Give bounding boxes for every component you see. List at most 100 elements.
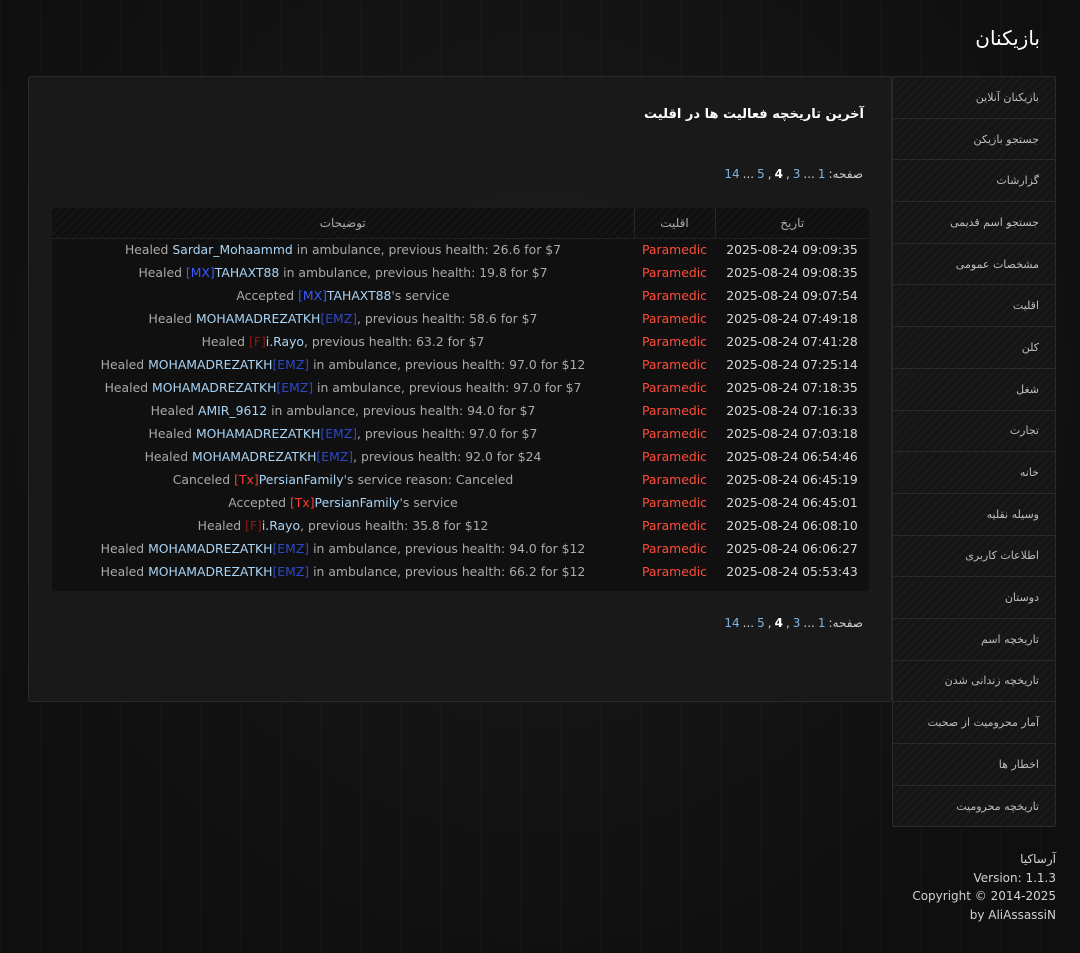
table-row: Healed [F]i.Rayo, previous health: 63.2 … [52,330,869,353]
table-row: Healed [F]i.Rayo, previous health: 35.8 … [52,514,869,537]
description-text: Healed [124,242,173,258]
table-row: Healed [MX]TAHAXT88 in ambulance, previo… [52,261,869,284]
table-row: Accepted [Tx]PersianFamily's service Para… [52,491,869,514]
description-text: 's service [399,495,458,510]
page-link-3[interactable]: 3 [793,616,801,630]
player-name: MOHAMADREZATKH [152,380,277,395]
pagination-comma: , [767,616,772,630]
sidebar-item-name-history[interactable]: تاریخچه اسم [893,618,1055,661]
page-link-5[interactable]: 5 [757,616,765,630]
cell-description: Healed AMIR_9612 in ambulance, previous … [52,399,634,422]
footer-version: Version: 1.1.3 [973,870,1056,885]
cell-description: Accepted [MX]TAHAXT88's service [52,284,634,307]
header-faction: اقلیت [634,208,716,239]
description-text: in ambulance, previous health: 97.0 for … [313,380,582,395]
sidebar-item-reports[interactable]: گزارشات [893,160,1055,203]
sidebar-item-online-players[interactable]: بازیکنان آنلاین [893,77,1055,119]
clan-tag: [EMZ] [320,426,358,441]
description-text: , previous health: 58.6 for $7 [357,311,538,326]
sidebar-item-search-old-name[interactable]: جستجو اسم قدیمی [893,202,1055,244]
page-link-1[interactable]: 1 [818,616,826,630]
sidebar-item-vehicle[interactable]: وسیله نقلیه [893,493,1055,536]
page-link-3[interactable]: 3 [793,167,801,181]
cell-date: 2025-08-24 06:08:10 [726,518,858,533]
player-name: i.Rayo [265,334,305,349]
cell-faction: Paramedic [641,288,707,303]
description-text: Healed [148,426,196,441]
cell-description: Healed MOHAMADREZATKH[EMZ] in ambulance,… [52,560,634,583]
sidebar-item-ban-history[interactable]: تاریخچه محرومیت [893,785,1055,828]
player-name: MOHAMADREZATKH [148,564,273,579]
sidebar-item-jail-history[interactable]: تاریخچه زندانی شدن [893,660,1055,703]
page-title: بازیکنان [975,26,1040,50]
panel-heading: آخرین تاریخچه فعالیت ها در اقلیت [644,107,864,122]
clan-tag: [F] [248,334,266,349]
cell-date: 2025-08-24 07:41:28 [726,334,858,349]
player-name: Sardar_Mohaammd [172,242,293,258]
cell-date: 2025-08-24 06:45:01 [726,495,858,510]
page-current-4: 4 [774,167,783,181]
page-link-14[interactable]: 14 [724,167,739,181]
clan-tag: [Tx] [289,495,315,510]
table-body: Healed Sardar_Mohaammd in ambulance, pre… [52,238,869,583]
site-footer: آرساکیا Version: 1.1.3 Copyright © 2014-… [912,850,1056,924]
cell-date: 2025-08-24 09:09:35 [726,242,858,258]
description-text: 's service reason: Canceled [343,472,514,487]
page-link-1[interactable]: 1 [818,167,826,181]
description-text: Healed [138,265,186,280]
cell-date: 2025-08-24 07:03:18 [726,426,858,441]
cell-description: Canceled [Tx]PersianFamily's service rea… [52,468,634,491]
cell-description: Healed MOHAMADREZATKH[EMZ], previous hea… [52,422,634,445]
cell-date: 2025-08-24 07:16:33 [726,403,858,418]
player-name: AMIR_9612 [197,403,268,418]
sidebar-item-house[interactable]: خانه [893,452,1055,494]
table-header-row: توضیحات اقلیت تاریخ [52,208,869,239]
player-name: MOHAMADREZATKH [192,449,317,464]
description-text: in ambulance, previous health: 66.2 for … [309,564,586,579]
page-link-14[interactable]: 14 [724,616,739,630]
description-text: , previous health: 35.8 for $12 [300,518,489,533]
sidebar-item-account-info[interactable]: اطلاعات کاربری [893,535,1055,578]
description-text: in ambulance, previous health: 26.6 for … [292,242,562,258]
clan-tag: [F] [245,518,262,533]
table-row: Canceled [Tx]PersianFamily's service rea… [52,468,869,491]
cell-faction: Paramedic [641,426,707,441]
cell-description: Healed MOHAMADREZATKH[EMZ] in ambulance,… [52,376,634,399]
cell-description: Healed Sardar_Mohaammd in ambulance, pre… [52,238,634,261]
description-text: , previous health: 97.0 for $7 [357,426,538,441]
description-text: , previous health: 92.0 for $24 [353,449,542,464]
player-name: PersianFamily [258,472,344,487]
sidebar-item-clan[interactable]: کلن [893,327,1055,369]
player-name: MOHAMADREZATKH [148,357,273,372]
pagination-comma: , [785,616,790,630]
sidebar-item-warnings[interactable]: اخطار ها [893,744,1055,786]
cell-faction: Paramedic [641,449,707,464]
sidebar-menu: بازیکنان آنلاین جستجو بازیکن گزارشات جست… [892,76,1056,828]
description-text: Accepted [228,495,290,510]
table-row: Healed MOHAMADREZATKH[EMZ] in ambulance,… [52,537,869,560]
sidebar-item-friends[interactable]: دوستان [893,577,1055,619]
description-text: 's service [391,288,450,303]
description-text: Healed [100,564,149,579]
clan-tag: [EMZ] [272,541,310,556]
cell-date: 2025-08-24 06:45:19 [726,472,858,487]
clan-tag: [MX] [298,288,327,303]
sidebar-item-job[interactable]: شغل [893,368,1055,411]
sidebar-item-faction[interactable]: اقلیت [893,285,1055,328]
sidebar-item-business[interactable]: تجارت [893,410,1055,453]
cell-date: 2025-08-24 06:06:27 [726,541,858,556]
page-link-5[interactable]: 5 [757,167,765,181]
clan-tag: [EMZ] [272,357,310,372]
player-name: PersianFamily [314,495,400,510]
description-text: Accepted [236,288,299,303]
description-text: in ambulance, previous health: 94.0 for … [267,403,536,418]
sidebar-item-mute-stats[interactable]: آمار محرومیت از صحبت [893,702,1055,744]
cell-faction: Paramedic [641,472,707,487]
sidebar-item-general-info[interactable]: مشخصات عمومی [893,243,1055,286]
pagination-label: صفحه: [828,167,863,181]
pagination-comma: , [785,167,790,181]
cell-faction: Paramedic [641,242,707,258]
table-row: Healed MOHAMADREZATKH[EMZ], previous hea… [52,422,869,445]
sidebar-item-search-player[interactable]: جستجو بازیکن [893,118,1055,161]
cell-description: Healed MOHAMADREZATKH[EMZ] in ambulance,… [52,353,634,376]
